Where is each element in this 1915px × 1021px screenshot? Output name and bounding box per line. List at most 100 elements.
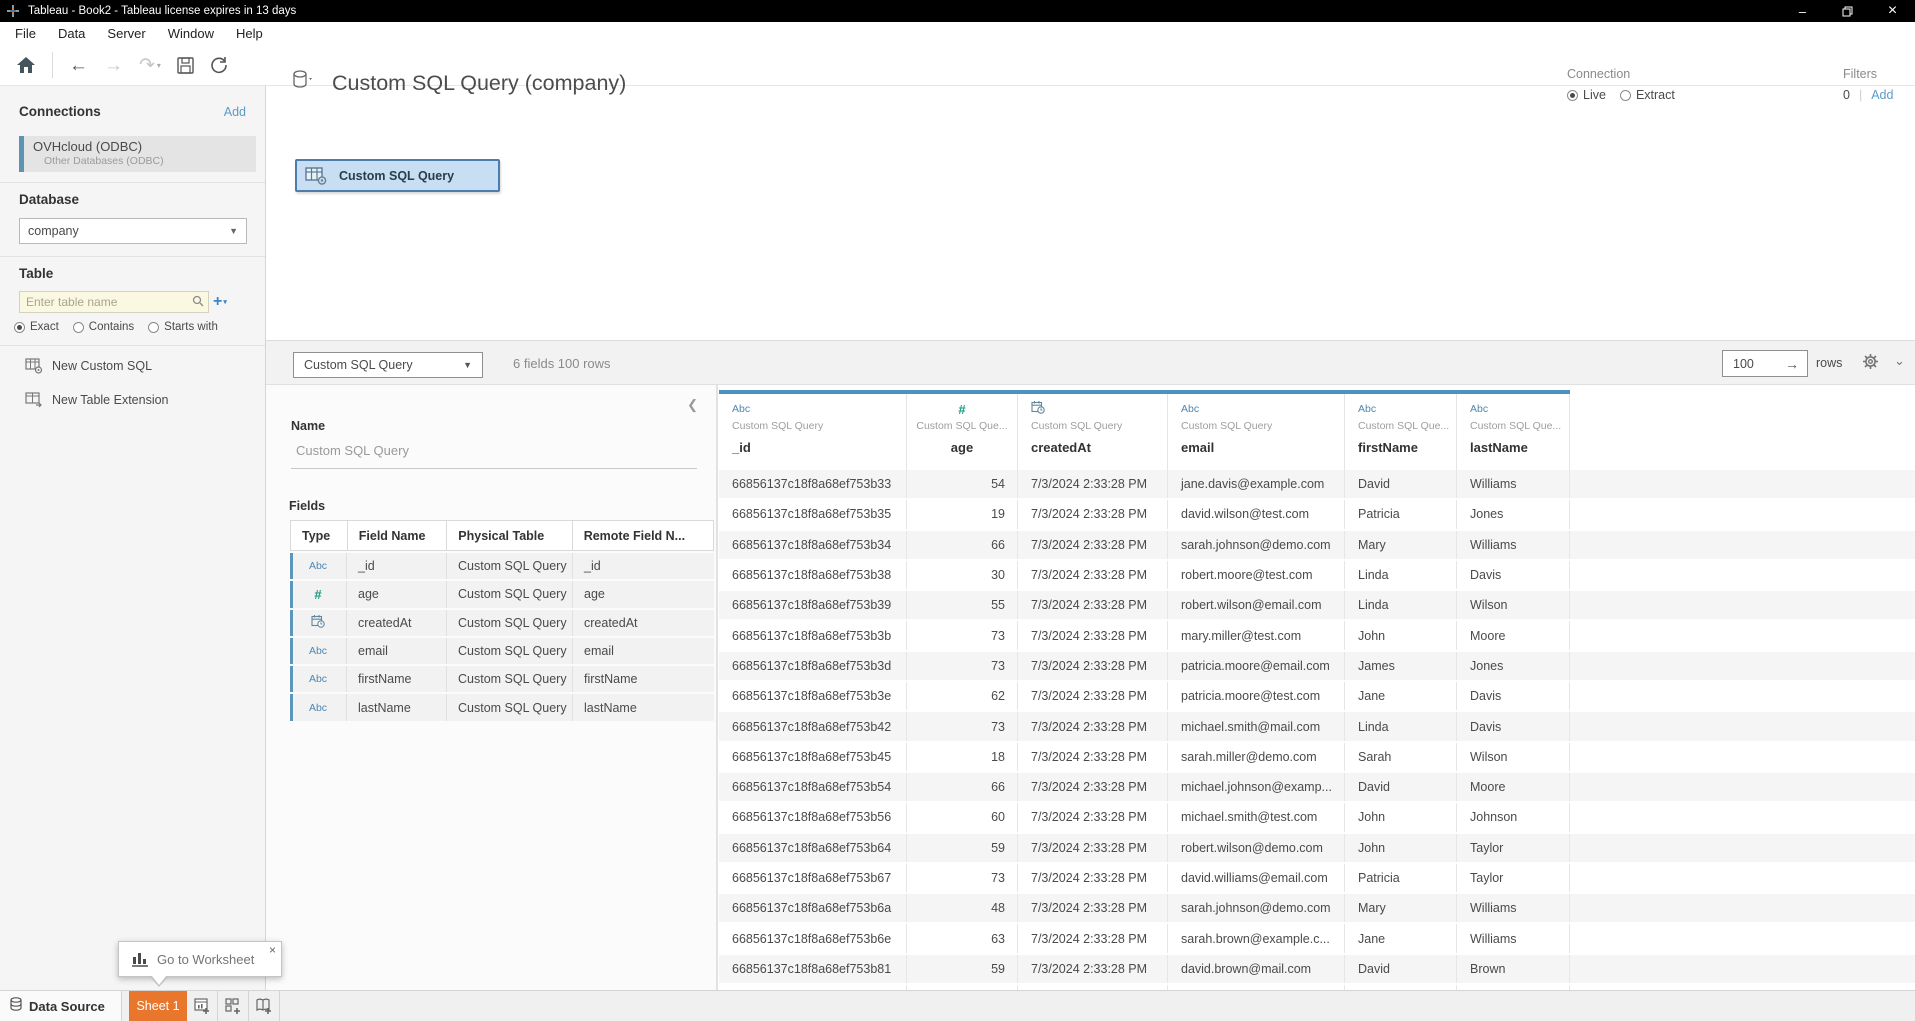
grid-column-header-lastName[interactable]: AbcCustom SQL Que...lastName — [1457, 394, 1570, 470]
datetime-type-icon — [1031, 400, 1045, 419]
new-story-button[interactable] — [249, 991, 280, 1021]
close-tooltip-icon[interactable]: × — [269, 943, 276, 957]
table-name-field[interactable]: Custom SQL Query — [296, 443, 409, 458]
grid-cell-createdAt: 7/3/2024 2:33:28 PM — [1018, 712, 1168, 740]
menu-window[interactable]: Window — [157, 22, 225, 45]
physical-table-cell: Custom SQL Query — [447, 638, 573, 664]
custom-sql-icon — [305, 166, 329, 185]
forward-button[interactable]: → — [96, 50, 131, 80]
grid-cell-firstName: James — [1345, 652, 1457, 680]
database-icon[interactable] — [292, 69, 314, 98]
menu-help[interactable]: Help — [225, 22, 274, 45]
match-option-starts-with[interactable]: Starts with — [148, 321, 218, 333]
field-row-firstName[interactable]: AbcfirstNameCustom SQL QueryfirstName — [290, 666, 714, 692]
table-search-input[interactable]: Enter table name — [19, 291, 209, 313]
connection-mode-options: Live Extract — [1567, 88, 1747, 102]
add-connection-link[interactable]: Add — [224, 105, 246, 119]
minimize-button[interactable]: – — [1780, 0, 1825, 22]
physical-table-cell: Custom SQL Query — [447, 666, 573, 692]
grid-cell-age: 30 — [907, 561, 1018, 589]
number-type-icon: # — [958, 402, 965, 417]
grid-cell-createdAt: 7/3/2024 2:33:28 PM — [1018, 561, 1168, 589]
add-table-button[interactable]: +▾ — [213, 294, 227, 310]
menu-file[interactable]: File — [4, 22, 47, 45]
go-to-worksheet-label: Go to Worksheet — [157, 952, 254, 967]
grid-cell-firstName: John — [1345, 803, 1457, 831]
column-source: Custom SQL Query — [1181, 418, 1344, 436]
collapse-pane-icon[interactable]: ❮ — [687, 397, 698, 413]
grid-cell-_id: 66856137c18f8a68ef753b38 — [719, 561, 907, 589]
divider — [0, 256, 265, 257]
grid-column-header-email[interactable]: AbcCustom SQL Queryemail — [1168, 394, 1345, 470]
connection-mode-live[interactable]: Live — [1567, 88, 1606, 102]
refresh-button[interactable] — [202, 50, 236, 80]
menu-data[interactable]: Data — [47, 22, 96, 45]
grid-row: 66856137c18f8a68ef753b6a487/3/2024 2:33:… — [719, 894, 1915, 924]
string-type-icon: Abc — [309, 645, 327, 657]
fields-column-header[interactable]: Remote Field N... — [573, 521, 713, 550]
column-name: _id — [732, 440, 906, 455]
field-row-lastName[interactable]: AbclastNameCustom SQL QuerylastName — [290, 694, 714, 720]
field-row-createdAt[interactable]: createdAtCustom SQL QuerycreatedAt — [290, 610, 714, 636]
grid-cell-firstName: Patricia — [1345, 864, 1457, 892]
menu-server[interactable]: Server — [96, 22, 156, 45]
match-option-contains[interactable]: Contains — [73, 321, 134, 333]
new-dashboard-button[interactable] — [218, 991, 249, 1021]
tab-data-source[interactable]: Data Source — [0, 991, 122, 1021]
fields-column-header[interactable]: Field Name — [348, 521, 448, 550]
grid-settings-gear-icon[interactable] — [1862, 353, 1879, 375]
filters-add-link[interactable]: Add — [1871, 88, 1893, 102]
remote-field-cell: email — [573, 638, 714, 664]
datasource-tab-icon — [10, 997, 22, 1016]
grid-cell-lastName: Williams — [1457, 470, 1570, 498]
connection-item-ovhcloud[interactable]: OVHcloud (ODBC) Other Databases (ODBC) — [19, 136, 256, 172]
field-type-cell: Abc — [290, 666, 347, 692]
home-button[interactable] — [8, 50, 44, 80]
row-count-input[interactable]: 100 → — [1722, 350, 1808, 377]
connections-heading: Connections — [19, 104, 101, 119]
save-button[interactable] — [169, 50, 202, 80]
grid-cell-createdAt: 7/3/2024 2:33:28 PM — [1018, 894, 1168, 922]
fields-column-header[interactable]: Type — [291, 521, 348, 550]
redo-button[interactable]: ↷▾ — [131, 50, 169, 80]
back-button[interactable]: ← — [61, 50, 96, 80]
connection-mode-extract[interactable]: Extract — [1620, 88, 1675, 102]
grid-column-header-age[interactable]: #Custom SQL Que...age — [907, 394, 1018, 470]
restore-button[interactable] — [1825, 0, 1870, 22]
field-name-cell: email — [347, 638, 447, 664]
custom-sql-table-label: Custom SQL Query — [339, 169, 454, 183]
grid-cell-createdAt: 7/3/2024 2:33:28 PM — [1018, 500, 1168, 528]
grid-cell-lastName: Johnson — [1457, 803, 1570, 831]
datasource-title[interactable]: Custom SQL Query (company) — [332, 71, 626, 96]
grid-cell-age: 59 — [907, 834, 1018, 862]
grid-column-header-firstName[interactable]: AbcCustom SQL Que...firstName — [1345, 394, 1457, 470]
column-source: Custom SQL Que... — [1358, 418, 1456, 436]
grid-column-header-createdAt[interactable]: Custom SQL QuerycreatedAt — [1018, 394, 1168, 470]
table-select-dropdown[interactable]: Custom SQL Query ▼ — [293, 352, 483, 378]
tab-sheet-1[interactable]: Sheet 1 — [129, 991, 187, 1021]
apply-rows-icon[interactable]: → — [1785, 356, 1799, 372]
field-row-email[interactable]: Abc emailCustom SQL Queryemail — [290, 638, 714, 664]
grid-cell-email: michael.smith@test.com — [1168, 803, 1345, 831]
divider: | — [1859, 88, 1862, 102]
field-row-age[interactable]: #ageCustom SQL Queryage — [290, 581, 714, 607]
match-option-exact[interactable]: Exact — [14, 321, 59, 333]
grid-column-header-_id[interactable]: AbcCustom SQL Query_id — [719, 394, 907, 470]
divider — [0, 182, 265, 183]
new-table-extension[interactable]: New Table Extension — [25, 392, 169, 408]
fields-column-header[interactable]: Physical Table — [447, 521, 572, 550]
grid-cell-_id: 66856137c18f8a68ef753b56 — [719, 803, 907, 831]
window-title: Tableau - Book2 - Tableau license expire… — [28, 5, 296, 17]
new-custom-sql[interactable]: New Custom SQL — [25, 358, 152, 374]
fields-label: Fields — [289, 499, 325, 513]
collapse-grid-chevron-icon[interactable]: ⌄ — [1894, 353, 1905, 369]
datasource-canvas: Custom SQL Query (company) Connection Li… — [266, 85, 1915, 340]
tooltip-pointer-fill — [152, 976, 166, 985]
close-button[interactable]: × — [1870, 0, 1915, 22]
column-source: Custom SQL Que... — [907, 418, 1017, 436]
table-search-placeholder: Enter table name — [26, 295, 192, 309]
custom-sql-table-box[interactable]: Custom SQL Query — [295, 159, 500, 192]
field-row-_id[interactable]: Abc_idCustom SQL Query_id — [290, 553, 714, 579]
database-select[interactable]: company ▼ — [19, 218, 247, 244]
new-worksheet-button[interactable] — [187, 991, 218, 1021]
